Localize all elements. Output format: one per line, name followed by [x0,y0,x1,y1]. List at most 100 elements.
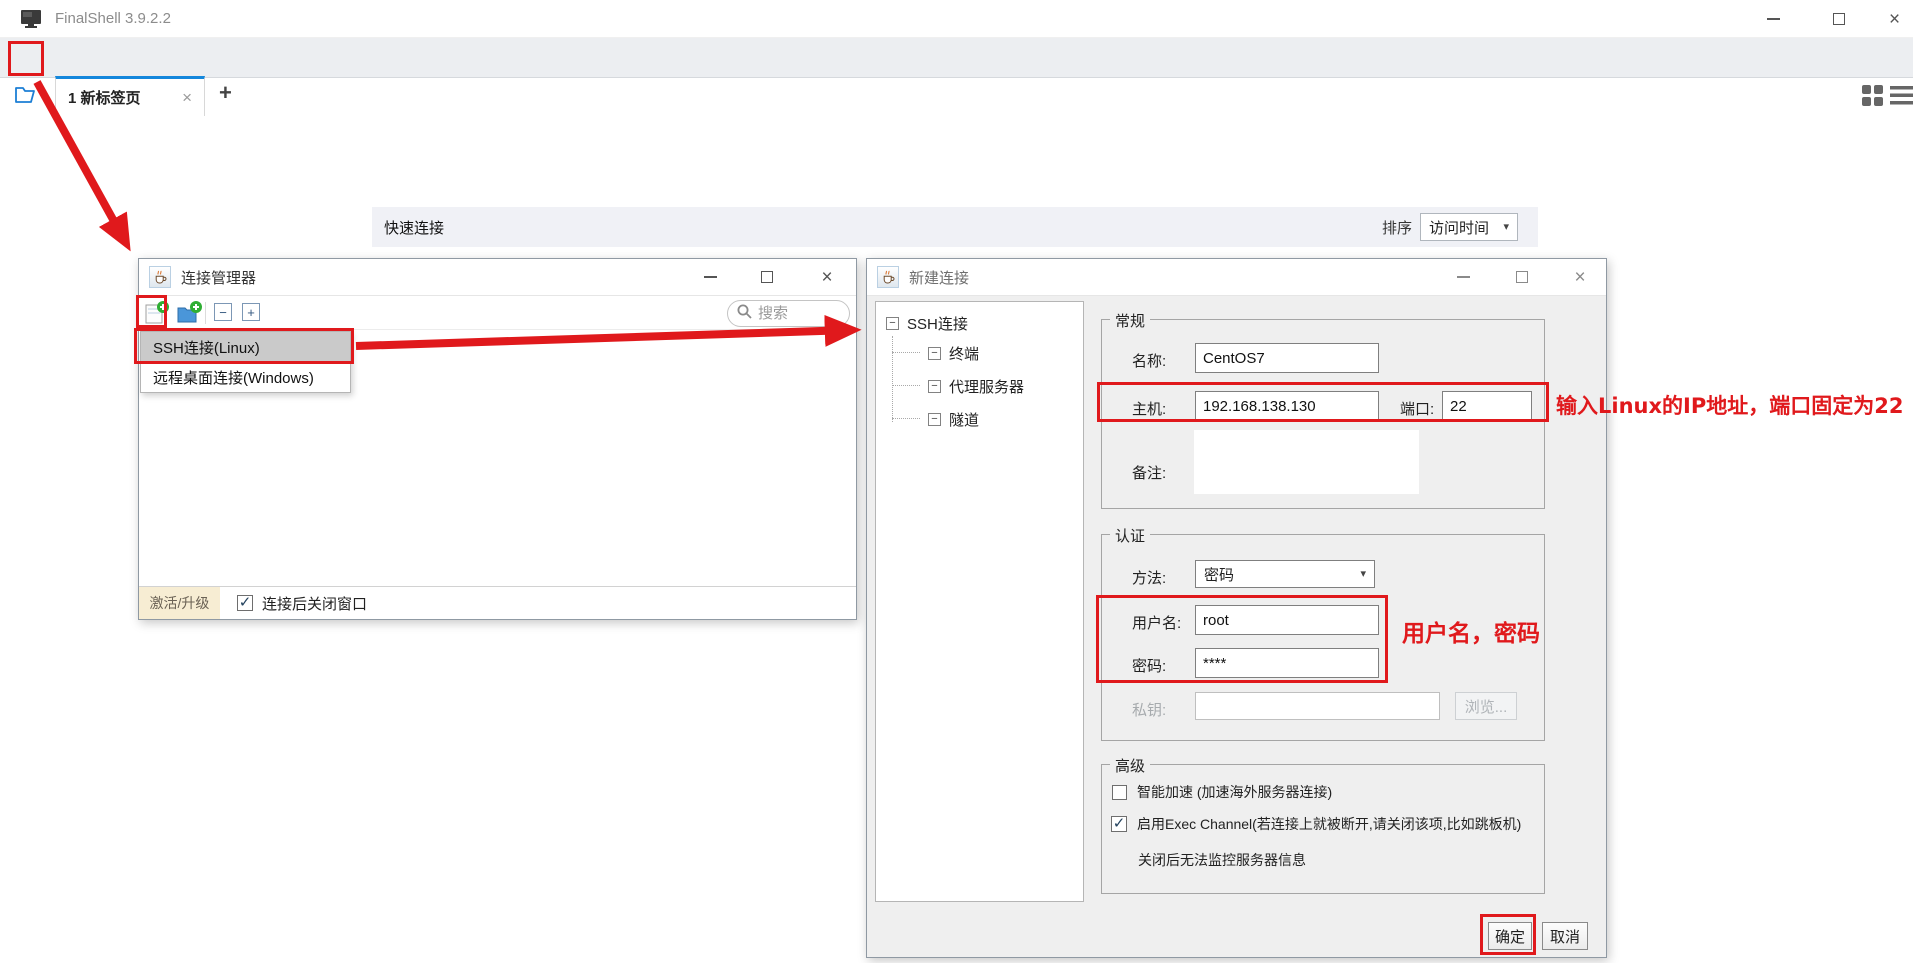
smart-accel-checkbox[interactable] [1112,785,1127,800]
search-input[interactable] [758,305,828,322]
tree-item-proxy[interactable]: − 代理服务器 [928,373,1024,399]
ok-button[interactable]: 确定 [1488,922,1532,950]
exec-channel-option[interactable]: ✓ 启用Exec Channel(若连接上就被断开,请关闭该项,比如跳板机) [1111,814,1521,834]
method-label: 方法: [1132,567,1166,588]
annotation-host-note: 输入Linux的IP地址，端口固定为22 [1556,390,1903,420]
collapse-icon[interactable]: − [928,380,941,393]
cm-minimize-button[interactable] [688,259,732,295]
name-label: 名称: [1132,350,1166,371]
maximize-button[interactable] [1816,0,1862,38]
private-key-field[interactable] [1195,692,1440,720]
tree-item-tunnel[interactable]: − 隧道 [928,406,979,432]
host-field[interactable] [1195,391,1379,421]
new-connection-menu: SSH连接(Linux) 远程桌面连接(Windows) [140,331,351,393]
password-field[interactable] [1195,648,1379,678]
chevron-down-icon: ▾ [1360,569,1366,580]
quick-connect-bar: 快速连接 排序 访问时间 ▾ [372,207,1538,247]
tree-guide [892,336,893,422]
collapse-icon[interactable]: − [928,347,941,360]
close-icon: × [1574,268,1585,287]
username-label: 用户名: [1132,612,1181,633]
cm-titlebar: 连接管理器 × [139,259,856,296]
nc-close-button[interactable]: × [1558,259,1602,295]
cm-maximize-button[interactable] [745,259,789,295]
cm-footer: 激活/升级 ✓ 连接后关闭窗口 [139,586,856,619]
exec-channel-label: 启用Exec Channel(若连接上就被断开,请关闭该项,比如跳板机) [1137,814,1521,834]
quick-connect-title: 快速连接 [384,217,444,238]
tree-guide [892,385,920,386]
activate-upgrade-button[interactable]: 激活/升级 [139,587,220,619]
grid-view-icon[interactable] [1861,84,1884,111]
sort-dropdown[interactable]: 访问时间 ▾ [1420,213,1518,241]
search-box[interactable] [727,300,850,327]
collapse-all-icon[interactable]: − [214,303,232,321]
minimize-button[interactable] [1750,0,1796,38]
folder-icon [14,84,38,108]
port-field[interactable] [1442,391,1532,421]
java-icon [149,266,171,288]
connection-manager-button[interactable] [11,82,41,110]
connection-type-tree: − SSH连接 − 终端 − 代理服务器 − 隧道 [875,301,1084,902]
exec-channel-note: 关闭后无法监控服务器信息 [1138,850,1306,870]
new-connection-icon[interactable] [144,300,170,330]
tab-label: 1 新标签页 [68,87,141,108]
nc-minimize-button[interactable] [1441,259,1485,295]
close-after-connect-label: 连接后关闭窗口 [262,593,367,614]
window-title: FinalShell 3.9.2.2 [55,10,171,27]
tab-close-icon[interactable]: × [182,88,192,108]
tree-item-terminal[interactable]: − 终端 [928,340,979,366]
nc-titlebar: 新建连接 × [867,259,1606,296]
general-fieldset: 常规 名称: 主机: 端口: 备注: [1101,319,1545,509]
cm-close-button[interactable]: × [805,259,849,295]
nc-title: 新建连接 [909,267,969,288]
menu-item-rdp[interactable]: 远程桌面连接(Windows) [141,362,350,392]
nc-maximize-button[interactable] [1500,259,1544,295]
finalshell-app-icon [20,9,44,33]
tab-bar: 1 新标签页 × + [0,38,1913,78]
sort-value: 访问时间 [1429,217,1489,238]
advanced-fieldset: 高级 智能加速 (加速海外服务器连接) ✓ 启用Exec Channel(若连接… [1101,764,1545,894]
method-value: 密码 [1204,564,1234,585]
auth-legend: 认证 [1110,525,1150,546]
method-select[interactable]: 密码 ▾ [1195,560,1375,588]
name-field[interactable] [1195,343,1379,373]
browse-button[interactable]: 浏览... [1455,692,1517,720]
collapse-icon[interactable]: − [928,413,941,426]
close-icon: × [821,268,832,287]
advanced-legend: 高级 [1110,755,1150,776]
main-titlebar: FinalShell 3.9.2.2 × [0,0,1913,38]
search-icon [737,304,752,323]
cancel-button[interactable]: 取消 [1542,922,1588,950]
general-legend: 常规 [1110,310,1150,331]
remark-label: 备注: [1132,462,1166,483]
username-field[interactable] [1195,605,1379,635]
tab-new-tab[interactable]: 1 新标签页 × [55,76,205,116]
chevron-down-icon: ▾ [1503,222,1509,233]
check-icon: ✓ [1113,816,1126,831]
menu-icon[interactable] [1890,85,1913,110]
password-label: 密码: [1132,655,1166,676]
expand-all-icon[interactable]: + [242,303,260,321]
new-tab-button[interactable]: + [219,80,232,106]
java-icon [877,266,899,288]
sort-label: 排序 [1382,217,1412,238]
check-icon: ✓ [239,595,252,610]
tree-guide [892,418,920,419]
connection-manager-dialog: 连接管理器 × − + SSH连接(Linux) 远程桌面连接(Windows)… [138,258,857,620]
new-folder-icon[interactable] [176,300,203,330]
collapse-icon[interactable]: − [886,317,899,330]
smart-accel-option[interactable]: 智能加速 (加速海外服务器连接) [1112,782,1332,802]
exec-channel-checkbox[interactable]: ✓ [1111,816,1127,832]
smart-accel-label: 智能加速 (加速海外服务器连接) [1137,782,1332,802]
tree-guide [892,352,920,353]
remark-field[interactable] [1194,430,1419,494]
port-label: 端口: [1400,398,1434,419]
tree-item-ssh[interactable]: − SSH连接 [886,310,968,336]
close-icon: × [1889,10,1900,29]
close-button[interactable]: × [1876,0,1913,38]
menu-item-ssh[interactable]: SSH连接(Linux) [141,332,350,362]
cm-title: 连接管理器 [181,267,256,288]
close-after-connect-checkbox[interactable]: ✓ [237,595,253,611]
annotation-credentials-note: 用户名，密码 [1402,614,1540,648]
new-connection-dialog: 新建连接 × − SSH连接 − 终端 − 代理服务器 − 隧道 常规 名称: … [866,258,1607,958]
